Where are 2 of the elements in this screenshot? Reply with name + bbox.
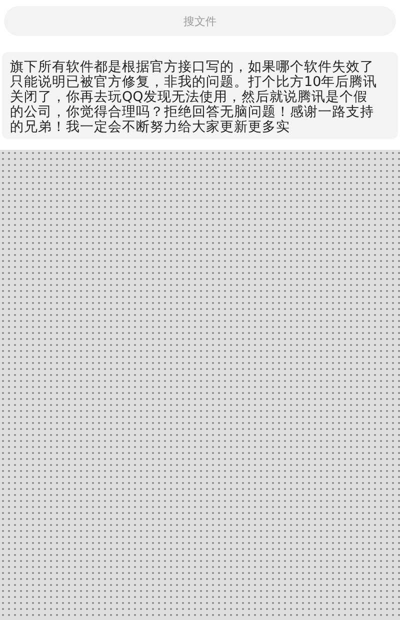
search-field[interactable]: 搜文件 xyxy=(4,6,396,36)
message-text: 旗下所有软件都是根据官方接口写的，如果哪个软件失效了 只能说明已被官方修复，非我的问题。打个比方10年后腾讯 关闭了，你再去玩QQ发现无法使用，然后就说腾讯是个假 的公司，你觉得合理吗？拒绝回答无脑问题！感谢一路支持 的兄弟！我一定会不断努力给大家更新更多实 xyxy=(10,60,378,135)
